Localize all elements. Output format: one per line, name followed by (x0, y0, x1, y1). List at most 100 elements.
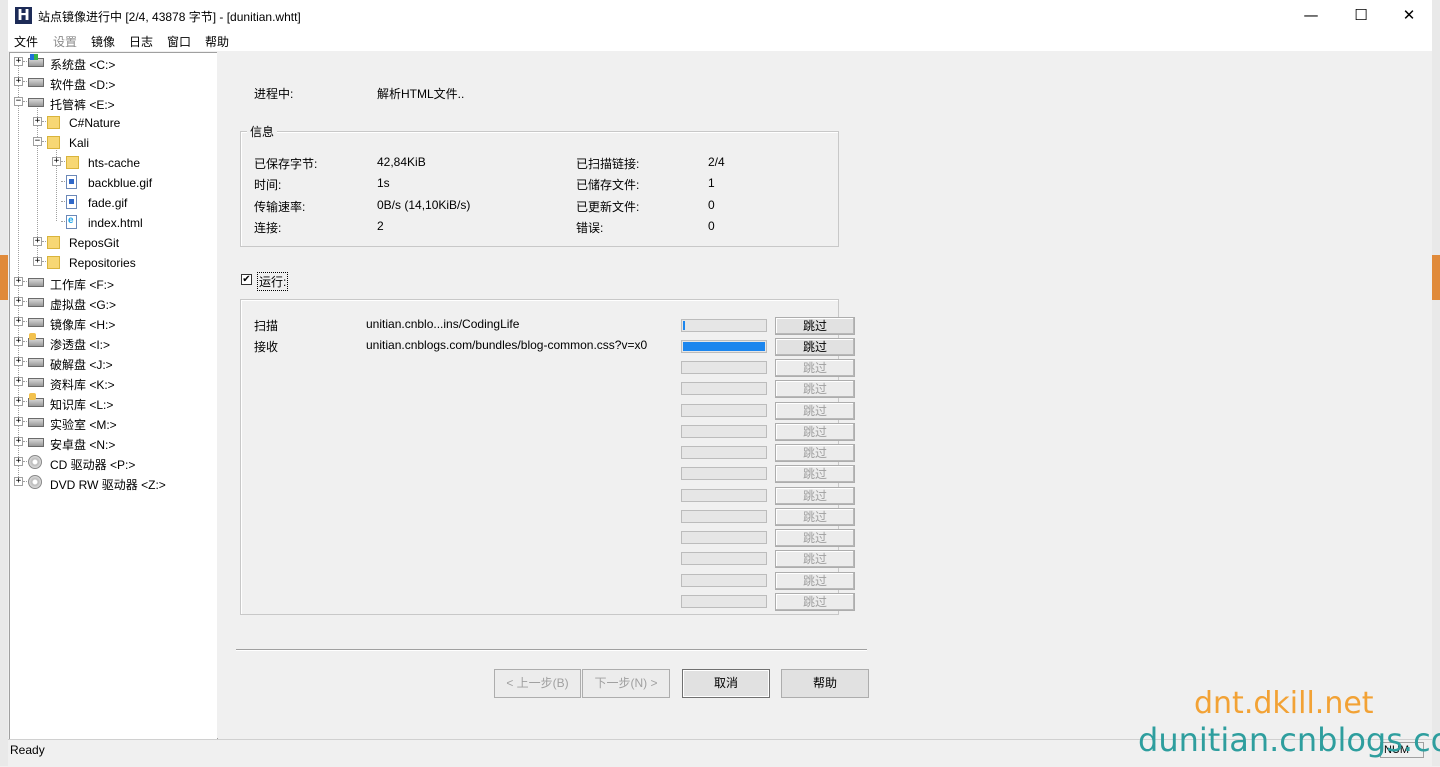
menu-mirror[interactable]: 镜像 (91, 33, 115, 50)
drive-icon (28, 438, 44, 447)
skip-button[interactable]: 跳过 (775, 572, 855, 590)
tree-item[interactable]: + 渗透盘 <I:> (10, 333, 215, 353)
tree-item[interactable]: + 工作库 <F:> (10, 273, 215, 293)
tree-item[interactable]: + 破解盘 <J:> (10, 353, 215, 373)
tree-item[interactable]: − 托管裤 <E:> (10, 93, 215, 113)
title-bar[interactable]: H 站点镜像进行中 [2/4, 43878 字节] - [dunitian.wh… (8, 0, 1432, 32)
maximize-button[interactable]: ☐ (1338, 0, 1384, 31)
drive-icon (28, 418, 44, 427)
skip-button[interactable]: 跳过 (775, 508, 855, 526)
skip-button[interactable]: 跳过 (775, 550, 855, 568)
tree-item-label: 破解盘 <J:> (50, 358, 113, 372)
menu-log[interactable]: 日志 (129, 33, 153, 50)
expand-icon[interactable]: + (33, 237, 42, 246)
folder-tree[interactable]: + 系统盘 <C:> + 软件盘 <D:> − 托管裤 <E:> + C#Nature − Kal… (9, 52, 218, 740)
help-button[interactable]: 帮助 (781, 669, 869, 698)
menu-settings[interactable]: 设置 (53, 33, 77, 50)
tree-item[interactable]: index.html (10, 213, 215, 233)
expand-icon[interactable]: + (14, 477, 23, 486)
tree-item[interactable]: + C#Nature (10, 113, 215, 133)
tree-item[interactable]: + 知识库 <L:> (10, 393, 215, 413)
tree-item[interactable]: + 资料库 <K:> (10, 373, 215, 393)
collapse-icon[interactable]: − (33, 137, 42, 146)
run-checkbox[interactable]: ✔ (241, 274, 252, 285)
expand-icon[interactable]: + (14, 337, 23, 346)
expand-icon[interactable]: + (14, 297, 23, 306)
drive-icon (28, 318, 44, 327)
cancel-button[interactable]: 取消 (682, 669, 770, 698)
menu-file[interactable]: 文件 (14, 33, 38, 50)
info-value-connections: 2 (377, 219, 384, 233)
desktop-edge-right (1432, 0, 1440, 766)
skip-button[interactable]: 跳过 (775, 465, 855, 483)
transfers-groupbox: 扫描 unitian.cnblo...ins/CodingLife 跳过 接收 unit… (240, 299, 855, 615)
transfer-progress-bar (681, 489, 767, 502)
expand-icon[interactable]: + (14, 317, 23, 326)
tree-item[interactable]: + 虚拟盘 <G:> (10, 293, 215, 313)
gif-file-icon (66, 175, 77, 189)
tree-item[interactable]: + ReposGit (10, 233, 215, 253)
skip-button[interactable]: 跳过 (775, 402, 855, 420)
skip-button[interactable]: 跳过 (775, 444, 855, 462)
watermark-line2: dunitian.cnblogs.com (1138, 721, 1440, 759)
expand-icon[interactable]: + (33, 257, 42, 266)
window-title: 站点镜像进行中 [2/4, 43878 字节] - [dunitian.whtt… (38, 10, 301, 24)
folder-icon (47, 136, 60, 149)
tree-item[interactable]: + Repositories (10, 253, 215, 273)
folder-icon (47, 256, 60, 269)
transfer-progress-bar (681, 531, 767, 544)
tree-item[interactable]: + DVD RW 驱动器 <Z:> (10, 473, 215, 493)
button-separator (236, 649, 867, 651)
skip-button[interactable]: 跳过 (775, 380, 855, 398)
progress-label: 进程中: (254, 87, 294, 101)
menu-help[interactable]: 帮助 (205, 33, 229, 50)
skip-button[interactable]: 跳过 (775, 593, 855, 611)
expand-icon[interactable]: + (14, 357, 23, 366)
minimize-button[interactable]: — (1288, 0, 1334, 31)
gif-file-icon (66, 195, 77, 209)
tree-item[interactable]: − Kali (10, 133, 215, 153)
expand-icon[interactable]: + (14, 457, 23, 466)
back-button[interactable]: < 上一步(B) (494, 669, 581, 698)
info-group-title: 信息 (247, 123, 278, 140)
watermark-line1: dnt.dkill.net (1194, 686, 1374, 721)
skip-button[interactable]: 跳过 (775, 423, 855, 441)
tree-item[interactable]: + 镜像库 <H:> (10, 313, 215, 333)
expand-icon[interactable]: + (14, 417, 23, 426)
tree-item[interactable]: fade.gif (10, 193, 215, 213)
close-button[interactable]: ✕ (1386, 0, 1432, 31)
tree-item[interactable]: + 实验室 <M:> (10, 413, 215, 433)
expand-icon[interactable]: + (14, 57, 23, 66)
skip-button[interactable]: 跳过 (775, 317, 855, 335)
skip-button[interactable]: 跳过 (775, 338, 855, 356)
next-button[interactable]: 下一步(N) > (582, 669, 670, 698)
menu-window[interactable]: 窗口 (167, 33, 191, 50)
tree-item-label: 工作库 <F:> (50, 278, 115, 292)
tree-item[interactable]: + 软件盘 <D:> (10, 73, 215, 93)
expand-icon[interactable]: + (14, 77, 23, 86)
status-text: Ready (10, 743, 45, 757)
expand-icon[interactable]: + (14, 277, 23, 286)
html-file-icon (66, 215, 77, 229)
skip-button[interactable]: 跳过 (775, 487, 855, 505)
tree-item[interactable]: + hts-cache (10, 153, 215, 173)
expand-icon[interactable]: + (33, 117, 42, 126)
expand-icon[interactable]: + (14, 437, 23, 446)
transfer-progress-bar (681, 382, 767, 395)
tree-item[interactable]: + CD 驱动器 <P:> (10, 453, 215, 473)
tree-item[interactable]: backblue.gif (10, 173, 215, 193)
expand-icon[interactable]: + (14, 377, 23, 386)
transfer-url: unitian.cnblogs.com/bundles/blog-common.… (366, 338, 648, 352)
tree-item[interactable]: + 安卓盘 <N:> (10, 433, 215, 453)
skip-button[interactable]: 跳过 (775, 529, 855, 547)
tree-item[interactable]: + 系统盘 <C:> (10, 53, 215, 73)
run-checkbox-label[interactable]: 运行: (256, 272, 289, 291)
collapse-icon[interactable]: − (14, 97, 23, 106)
transfer-progress-bar (681, 361, 767, 374)
expand-icon[interactable]: + (52, 157, 61, 166)
transfer-action: 接收 (254, 340, 279, 354)
drive-icon (28, 278, 44, 287)
expand-icon[interactable]: + (14, 397, 23, 406)
transfer-progress-bar (681, 510, 767, 523)
skip-button[interactable]: 跳过 (775, 359, 855, 377)
